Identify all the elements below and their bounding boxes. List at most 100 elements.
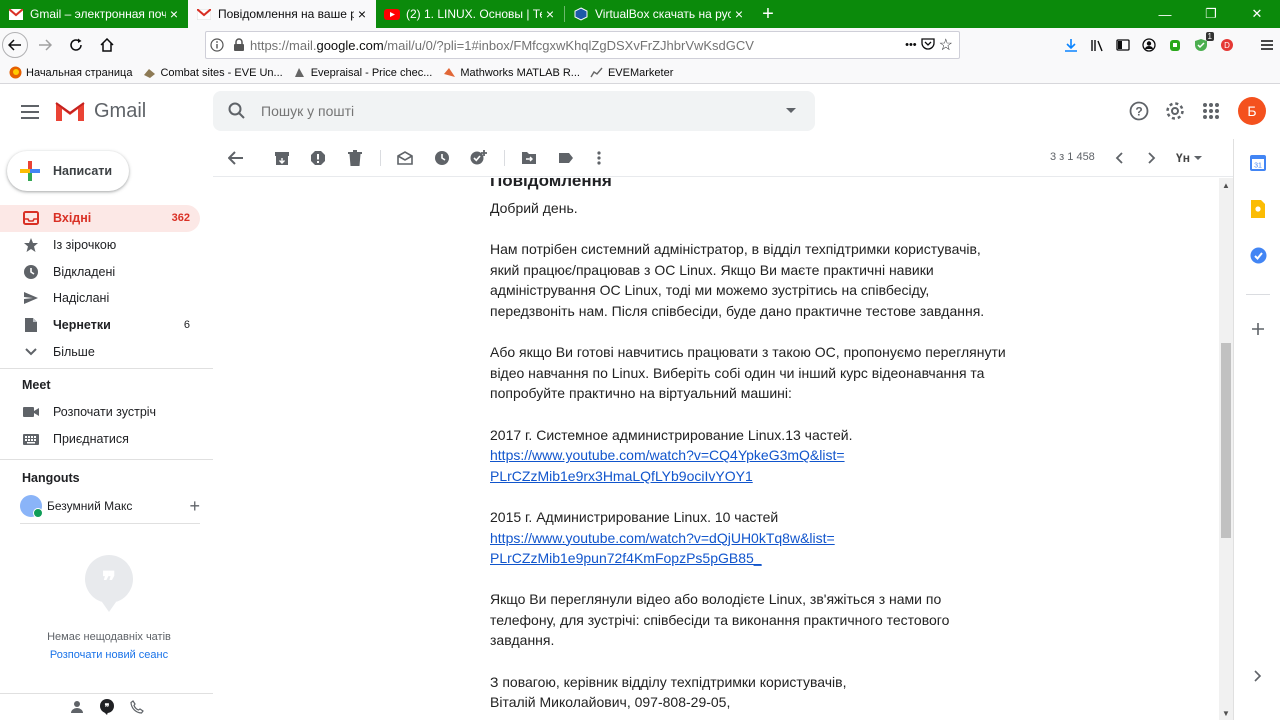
extension-green-icon[interactable] (1164, 31, 1186, 59)
main-menu-icon[interactable] (18, 100, 42, 124)
course-link[interactable]: https://www.youtube.com/watch?v=CQ4YpkeG… (490, 447, 845, 484)
sidebar-divider (0, 368, 213, 369)
message-scrollbar[interactable]: ▲ ▼ (1219, 178, 1233, 720)
more-options-icon[interactable] (589, 148, 609, 168)
home-button[interactable] (93, 31, 121, 59)
back-to-inbox-icon[interactable] (226, 148, 246, 168)
info-icon[interactable] (206, 38, 228, 52)
expand-panel-chevron-icon[interactable] (1248, 666, 1268, 686)
tab-close-icon[interactable]: × (542, 6, 558, 22)
add-chat-icon[interactable]: + (189, 496, 200, 517)
settings-gear-icon[interactable] (1162, 98, 1188, 124)
tab-close-icon[interactable]: × (166, 6, 182, 22)
clock-icon (22, 263, 40, 281)
nav-item-more[interactable]: Більше (0, 338, 200, 365)
search-icon[interactable] (213, 102, 261, 120)
gmail-logo[interactable]: Gmail (54, 99, 146, 123)
page-actions-button[interactable]: ••• (905, 39, 917, 51)
keep-icon[interactable] (1248, 199, 1268, 219)
scroll-thumb[interactable] (1221, 343, 1231, 538)
tab-close-icon[interactable]: × (354, 6, 370, 22)
bookmark-item[interactable]: Mathworks MATLAB R... (442, 66, 580, 80)
bookmark-item[interactable]: Начальная страница (8, 66, 132, 80)
sidebar-toggle-icon[interactable] (1112, 31, 1134, 59)
sidebar-bottom-bar: ❞ (0, 693, 213, 720)
reload-button[interactable] (62, 31, 90, 59)
forward-button[interactable] (31, 31, 59, 59)
browser-tab-youtube[interactable]: (2) 1. LINUX. Основы | Технос × (376, 0, 564, 28)
bookmark-star-icon[interactable]: ☆ (939, 35, 953, 55)
browser-tab-message[interactable]: Повідомлення на ваше резю × (188, 0, 376, 28)
bookmarks-bar: Начальная страница Combat sites - EVE Un… (0, 62, 1280, 84)
bookmark-label: Evepraisal - Price chec... (310, 66, 433, 79)
phone-icon[interactable] (129, 699, 145, 715)
hangouts-icon[interactable]: ❞ (99, 699, 115, 715)
input-tools-button[interactable]: Үн (1174, 148, 1204, 168)
snooze-clock-icon[interactable] (432, 148, 452, 168)
nav-item-starred[interactable]: Із зірочкою (0, 232, 200, 259)
browser-tab-gmail[interactable]: Gmail – электронная почта от × (0, 0, 188, 28)
join-meeting-item[interactable]: Приєднатися (0, 426, 129, 452)
nav-label: Вхідні (53, 211, 92, 226)
nav-item-inbox[interactable]: Вхідні 362 (0, 205, 200, 232)
no-recent-chats: Немає нещодавніх чатів (47, 631, 171, 643)
course-link[interactable]: https://www.youtube.com/watch?v=dQjUH0kT… (490, 530, 835, 567)
url-prefix: https://mail. (250, 37, 317, 53)
meet-label: Розпочати зустріч (53, 405, 157, 419)
label-tag-icon[interactable] (556, 148, 576, 168)
inbox-icon (22, 209, 40, 227)
account-avatar[interactable]: Б (1238, 97, 1266, 125)
signature-line: Віталій Миколайович, 097-808-29-05, (490, 694, 731, 711)
search-input[interactable] (261, 103, 767, 119)
back-button[interactable] (2, 32, 28, 58)
add-addon-icon[interactable] (1248, 319, 1268, 339)
restore-icon[interactable]: ❐ (1188, 0, 1234, 28)
extension-red-icon[interactable]: D (1216, 31, 1238, 59)
search-options-icon[interactable] (767, 108, 815, 114)
browser-tab-virtualbox[interactable]: VirtualBox скачать на русском × (565, 0, 753, 28)
library-icon[interactable] (1086, 31, 1108, 59)
nav-item-drafts[interactable]: Чернетки 6 (0, 312, 200, 339)
move-to-icon[interactable] (519, 148, 539, 168)
scroll-up-icon[interactable]: ▲ (1219, 178, 1233, 192)
message-pager: 3 з 1 458 (1050, 151, 1095, 163)
new-tab-button[interactable]: + (753, 0, 783, 28)
lock-icon[interactable] (228, 38, 250, 52)
menu-icon[interactable] (1256, 31, 1278, 59)
bookmark-item[interactable]: EVEMarketer (590, 66, 673, 80)
toolbar-right-icons: 1 D (1060, 31, 1278, 59)
url-bar[interactable]: https://mail.google.com/mail/u/0/?pli=1#… (205, 31, 960, 59)
message-toolbar: 3 з 1 458 Үн (213, 139, 1233, 177)
minimize-icon[interactable]: — (1142, 0, 1188, 28)
mark-unread-icon[interactable] (395, 148, 415, 168)
downloads-icon[interactable] (1060, 31, 1082, 59)
nav-item-sent[interactable]: Надіслані (0, 285, 200, 312)
hangouts-user[interactable]: Безумний Макс + (20, 494, 200, 518)
help-icon[interactable]: ? (1126, 98, 1152, 124)
add-to-tasks-icon[interactable] (469, 148, 489, 168)
input-tools-label: Үн (1176, 151, 1190, 165)
message-text: Повідомлення Добрий день. Нам потрібен с… (490, 178, 1010, 720)
nav-item-snoozed[interactable]: Відкладені (0, 258, 200, 285)
delete-trash-icon[interactable] (345, 148, 365, 168)
person-icon[interactable] (69, 699, 85, 715)
extension-shield-icon[interactable]: 1 (1190, 31, 1214, 59)
close-window-icon[interactable]: ✕ (1234, 0, 1280, 28)
tab-close-icon[interactable]: × (731, 6, 747, 22)
chat-bubble-icon: ❞ (85, 555, 133, 612)
bookmark-item[interactable]: Combat sites - EVE Un... (142, 66, 283, 80)
newer-chevron-left-icon[interactable] (1109, 148, 1129, 168)
report-spam-icon[interactable] (308, 148, 328, 168)
pocket-icon[interactable] (921, 37, 935, 54)
start-new-session-link[interactable]: Розпочати новий сеанс (0, 649, 218, 661)
calendar-icon[interactable]: 31 (1248, 153, 1268, 173)
bookmark-item[interactable]: Evepraisal - Price chec... (293, 66, 433, 80)
scroll-down-icon[interactable]: ▼ (1219, 706, 1233, 720)
archive-icon[interactable] (272, 148, 292, 168)
apps-grid-icon[interactable] (1198, 98, 1224, 124)
start-meeting-item[interactable]: Розпочати зустріч (0, 399, 156, 425)
older-chevron-right-icon[interactable] (1142, 148, 1162, 168)
account-icon[interactable] (1138, 31, 1160, 59)
compose-button[interactable]: Написати (7, 151, 129, 191)
tasks-icon[interactable] (1248, 245, 1268, 265)
